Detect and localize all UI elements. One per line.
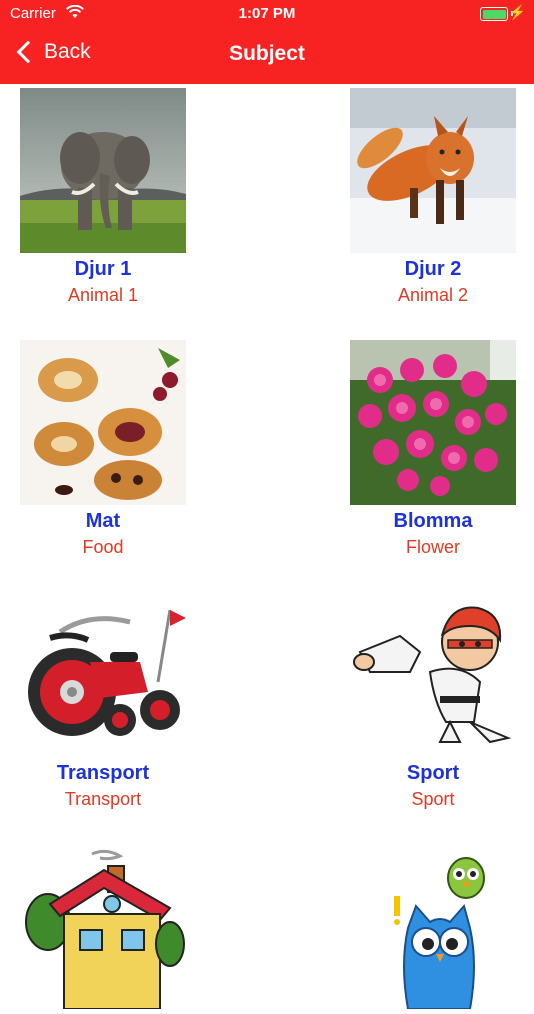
subject-subtitle: Flower [405, 537, 460, 557]
karate-illustration-icon [350, 592, 516, 757]
subject-tile-owl[interactable] [348, 844, 518, 1014]
house-illustration-icon [20, 844, 186, 1009]
subject-subtitle: Animal 1 [67, 285, 139, 305]
subject-name: Transport [56, 762, 150, 784]
navigation-header: Carrier 1:07 PM ⚡ Back Subject [0, 0, 534, 84]
subject-subtitle: Sport [411, 789, 455, 809]
subject-subtitle: Animal 2 [397, 285, 469, 305]
subject-name: Djur 2 [404, 258, 462, 280]
subject-tile-house[interactable] [18, 844, 188, 1014]
subject-tile-mat[interactable]: Mat Food [18, 340, 188, 558]
subject-tile-djur-1[interactable]: Djur 1 Animal 1 [18, 88, 188, 306]
nav-bar: Back Subject [0, 36, 534, 76]
subject-name: Sport [406, 762, 460, 784]
peony-photo-icon [350, 340, 516, 505]
battery-icon [480, 7, 508, 21]
subject-name: Blomma [393, 510, 473, 532]
charging-icon: ⚡ [508, 4, 526, 20]
elephant-photo-icon [20, 88, 186, 253]
subject-name: Mat [85, 510, 121, 532]
page-title: Subject [229, 42, 305, 65]
subject-tile-sport[interactable]: Sport Sport [348, 592, 518, 810]
owl-illustration-icon [350, 844, 516, 1009]
subject-tile-blomma[interactable]: Blomma Flower [348, 340, 518, 558]
subject-subtitle: Food [82, 537, 124, 557]
subject-tile-djur-2[interactable]: Djur 2 Animal 2 [348, 88, 518, 306]
tricycle-illustration-icon [20, 592, 186, 757]
clock-label: 1:07 PM [238, 5, 296, 22]
subject-tile-transport[interactable]: Transport Transport [18, 592, 188, 810]
subject-subtitle: Transport [64, 789, 142, 809]
status-bar: Carrier 1:07 PM ⚡ [0, 0, 534, 28]
pastries-photo-icon [20, 340, 186, 505]
fox-photo-icon [350, 88, 516, 253]
subject-name: Djur 1 [74, 258, 132, 280]
